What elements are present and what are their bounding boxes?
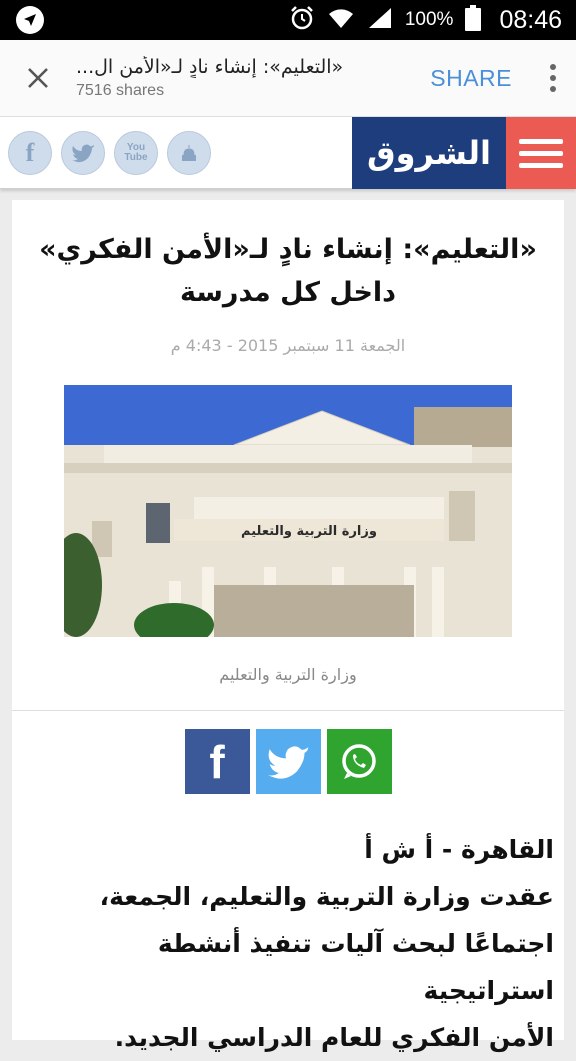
body-line: القاهرة - أ ش أ	[364, 835, 554, 865]
twitter-icon	[267, 746, 309, 779]
facebook-share-button[interactable]: f	[184, 729, 250, 795]
share-button[interactable]: SHARE	[420, 65, 530, 92]
navigation-arrow-icon	[16, 6, 44, 34]
wifi-icon	[327, 6, 355, 35]
article-headline: «التعليم»: إنشاء نادٍ لـ«الأمن الفكري» د…	[39, 234, 537, 309]
alarm-icon	[289, 5, 315, 36]
clock: 08:46	[499, 5, 562, 34]
hamburger-menu-button[interactable]	[506, 117, 576, 189]
article-date: الجمعة 11 سبتمبر 2015 - 4:43 م	[170, 336, 406, 356]
building-sign-text: وزارة التربية والتعليم	[241, 524, 377, 539]
facebook-icon: f	[209, 735, 225, 788]
battery-icon	[465, 4, 482, 36]
article-card: «التعليم»: إنشاء نادٍ لـ«الأمن الفكري» د…	[12, 200, 564, 1052]
mosque-icon[interactable]	[167, 130, 211, 175]
whatsapp-icon	[342, 744, 376, 779]
menu-line	[519, 162, 563, 168]
more-options-button[interactable]	[530, 64, 576, 92]
body-line: الأمن الفكري للعام الدراسي الجديد.	[114, 1023, 554, 1053]
signal-icon	[367, 6, 393, 35]
twitter-share-button[interactable]	[255, 729, 321, 795]
site-logo[interactable]: الشروق	[352, 117, 506, 189]
divider	[12, 710, 564, 712]
photo-caption: وزارة التربية والتعليم	[219, 665, 357, 685]
status-bar: 100% 08:46	[0, 0, 576, 40]
facebook-icon[interactable]: f	[8, 130, 52, 175]
article-body: القاهرة - أ ش أ عقدت وزارة التربية والتع…	[12, 826, 564, 1061]
battery-percent: 100%	[404, 9, 454, 30]
share-article-title: «التعليم»: إنشاء نادٍ لـ«الأمن ال...	[76, 56, 344, 78]
article-share-buttons: f	[12, 729, 564, 795]
logo-text: الشروق	[367, 134, 491, 172]
youtube-icon[interactable]: You Tube	[114, 130, 158, 175]
close-button[interactable]	[0, 66, 76, 90]
dot-icon	[550, 86, 556, 92]
dot-icon	[550, 75, 556, 81]
body-line: اجتماعًا لبحث آليات تنفيذ أنشطة استراتيج…	[157, 929, 554, 1006]
share-header: «التعليم»: إنشاء نادٍ لـ«الأمن ال... 751…	[0, 40, 576, 117]
close-icon	[28, 68, 48, 88]
menu-line	[519, 150, 563, 156]
share-title-block: «التعليم»: إنشاء نادٍ لـ«الأمن ال... 751…	[76, 56, 420, 100]
menu-line	[519, 138, 563, 144]
social-links: f You Tube	[0, 130, 211, 175]
dot-icon	[550, 64, 556, 70]
body-line: عقدت وزارة التربية والتعليم، الجمعة،	[99, 882, 554, 912]
whatsapp-share-button[interactable]	[326, 729, 392, 795]
share-count: 7516 shares	[76, 82, 165, 99]
article-photo[interactable]: وزارة التربية والتعليم	[64, 385, 512, 638]
twitter-icon[interactable]	[61, 130, 105, 175]
site-header: f You Tube الشروق	[0, 117, 576, 189]
